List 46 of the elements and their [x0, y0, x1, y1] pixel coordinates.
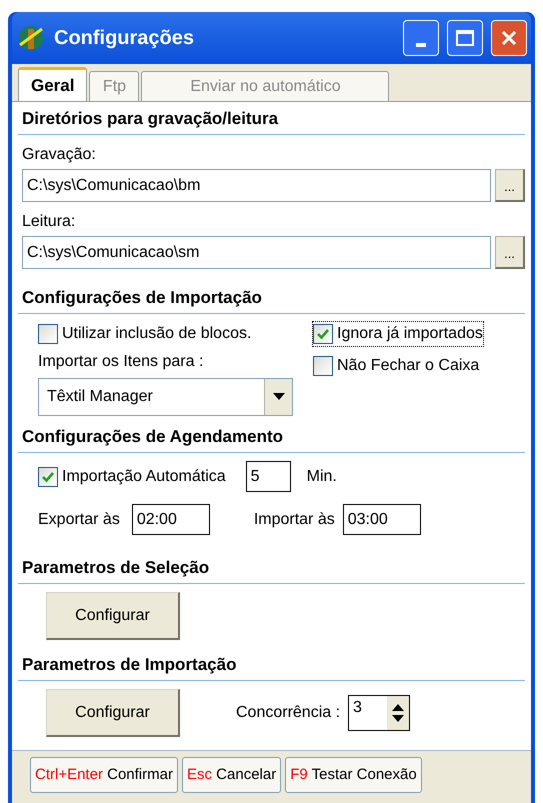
time-field[interactable]: 03:00: [342, 504, 421, 535]
dropdown-value: Têxtil Manager: [46, 387, 154, 407]
spin-arrows-icon: [387, 696, 410, 730]
checkbox-label: Utilizar inclusão de blocos.: [62, 324, 252, 344]
section-heading: Parametros de Seleção: [21, 558, 210, 577]
checkbox-label: Ignora já importados: [337, 324, 483, 344]
checkbox[interactable]: [38, 466, 58, 486]
spin-field[interactable]: 3: [348, 695, 410, 731]
close-button[interactable]: [491, 20, 527, 56]
section-heading: Parametros de Importação: [21, 655, 236, 674]
checkmark-icon: [316, 327, 330, 341]
section-heading: Configurações de Agendamento: [21, 427, 284, 446]
section-heading: Diretórios para gravação/leitura: [21, 109, 278, 128]
tab[interactable]: Geral: [18, 67, 88, 101]
footer-button[interactable]: Ctrl+Enter Confirmar: [30, 757, 178, 793]
footer-button[interactable]: F9 Testar Conexão: [285, 757, 422, 793]
checkbox-label: Não Fechar o Caixa: [337, 356, 480, 376]
section-heading: Configurações de Importação: [21, 288, 262, 307]
footer-button[interactable]: Esc Cancelar: [182, 757, 282, 793]
interval-field[interactable]: 5: [246, 461, 291, 492]
checkbox-label: Importação Automática: [62, 466, 226, 486]
field-label: Importar os Itens para :: [38, 352, 204, 372]
window-title: Configurações: [54, 26, 196, 51]
browse-button[interactable]: ...: [495, 236, 525, 269]
field-label: Importar às: [254, 510, 335, 530]
field-label: Leitura:: [22, 212, 76, 232]
checkbox[interactable]: [313, 324, 333, 344]
maximize-button[interactable]: [447, 20, 483, 56]
close-icon: [500, 29, 518, 47]
path-field[interactable]: C:\sys\Comunicacao\sm: [22, 236, 491, 269]
configure-button[interactable]: Configurar: [46, 689, 180, 737]
field-label: Exportar às: [38, 510, 120, 530]
checkbox[interactable]: [38, 324, 58, 344]
unit-label: Min.: [306, 466, 337, 486]
time-field[interactable]: 02:00: [132, 504, 210, 535]
path-field[interactable]: C:\sys\Comunicacao\bm: [22, 169, 491, 202]
app-logo-icon: [16, 23, 46, 53]
checkmark-icon: [41, 470, 55, 484]
field-label: Concorrência :: [236, 703, 340, 723]
browse-button[interactable]: ...: [495, 169, 525, 202]
spin-value: 3: [352, 698, 363, 718]
minimize-button[interactable]: [403, 20, 439, 56]
field-label: Gravação:: [22, 145, 97, 165]
dropdown[interactable]: Têxtil Manager: [38, 378, 293, 416]
checkbox[interactable]: [313, 356, 333, 376]
configure-button[interactable]: Configurar: [46, 592, 180, 640]
